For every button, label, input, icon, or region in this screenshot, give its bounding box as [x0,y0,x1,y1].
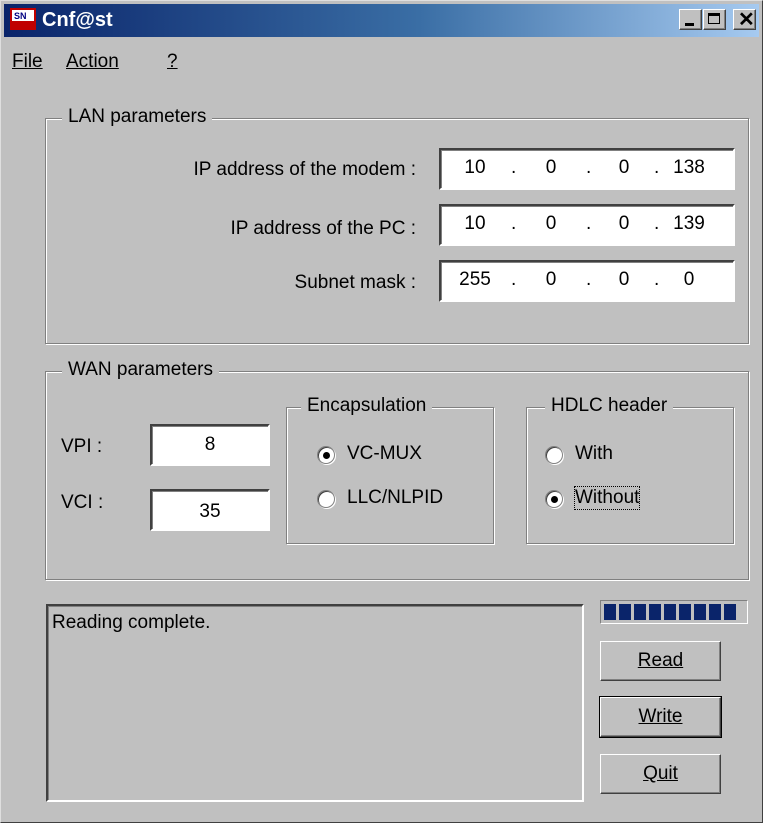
progress-block [649,604,661,620]
pc-ip-input[interactable]: 10 . 0 . 0 . 139 [439,204,735,246]
ip-octet: 10 [464,213,486,234]
quit-button-label: Quit [643,763,678,784]
ip-octet: 255 [459,269,491,290]
ip-separator: . [511,269,517,290]
lan-group-title: LAN parameters [62,106,213,128]
radio-hdlc-without[interactable] [545,490,563,508]
ip-octet: 139 [673,213,705,234]
maximize-button[interactable] [703,9,726,30]
vpi-input[interactable]: 8 [150,424,270,466]
ip-octet: 0 [545,269,557,290]
svg-text:SN: SN [14,11,27,21]
menu-bar: File Action ? [4,47,759,77]
hdlc-with-label[interactable]: With [575,443,613,465]
close-icon: ✕ [738,9,755,31]
radio-vc-mux[interactable] [317,446,335,464]
progress-block [709,604,721,620]
encapsulation-title: Encapsulation [301,395,433,417]
vpi-value: 8 [204,434,216,455]
ip-separator: . [586,213,592,234]
menu-action-label: Action [66,51,119,72]
read-button-label: Read [637,650,684,671]
subnet-mask-label: Subnet mask : [294,272,416,293]
progress-block [604,604,616,620]
write-button-label: Write [638,706,683,727]
status-text: Reading complete. [52,612,211,633]
menu-action[interactable]: Action [66,51,119,73]
vc-mux-label[interactable]: VC-MUX [347,443,422,465]
write-button[interactable]: Write [599,696,722,738]
minimize-button[interactable] [679,9,702,30]
modem-ip-input[interactable]: 10 . 0 . 0 . 138 [439,148,735,190]
ip-separator: . [654,213,660,234]
progress-block [679,604,691,620]
hdlc-header-title: HDLC header [545,395,674,417]
ip-octet: 0 [545,157,557,178]
progress-block [694,604,706,620]
vci-label: VCI : [61,492,104,513]
quit-button[interactable]: Quit [600,754,721,794]
lan-parameters-group: LAN parameters IP address of the modem :… [45,106,749,344]
progress-block [634,604,646,620]
menu-help-label: ? [167,51,178,72]
ip-separator: . [511,213,517,234]
app-icon: SN [10,8,36,30]
radio-selected-dot [323,452,330,459]
wan-parameters-group: WAN parameters VPI : 8 VCI : 35 Encapsul… [45,359,749,580]
ip-separator: . [586,157,592,178]
progress-block [724,604,736,620]
maximize-icon [708,13,720,24]
read-button[interactable]: Read [600,641,721,681]
vci-input[interactable]: 35 [150,489,270,531]
minimize-icon [685,23,694,26]
close-button[interactable]: ✕ [733,9,756,31]
ip-separator: . [654,269,660,290]
progress-block [664,604,676,620]
vci-value: 35 [199,501,221,522]
main-window: SN Cnf@st ✕ File Action ? LAN parameters… [0,0,763,823]
status-box: Reading complete. [46,604,584,802]
window-title: Cnf@st [42,9,113,31]
wan-group-title: WAN parameters [62,359,219,381]
ip-octet: 10 [464,157,486,178]
ip-separator: . [654,157,660,178]
radio-selected-dot [551,496,558,503]
ip-separator: . [511,157,517,178]
pc-ip-label: IP address of the PC : [230,218,416,239]
menu-file-label: File [12,51,43,72]
title-bar[interactable]: SN Cnf@st ✕ [4,4,759,37]
menu-file[interactable]: File [12,51,43,73]
subnet-mask-input[interactable]: 255 . 0 . 0 . 0 [439,260,735,302]
ip-octet: 0 [618,157,630,178]
modem-ip-label: IP address of the modem : [193,159,417,180]
menu-help[interactable]: ? [167,51,178,73]
radio-hdlc-with[interactable] [545,446,563,464]
ip-octet: 0 [545,213,557,234]
progress-bar [600,600,748,624]
encapsulation-group: Encapsulation VC-MUX LLC/NLPID [286,395,494,544]
ip-separator: . [586,269,592,290]
ip-octet: 0 [683,269,695,290]
radio-llc-nlpid[interactable] [317,490,335,508]
ip-octet: 0 [618,213,630,234]
ip-octet: 138 [673,157,705,178]
progress-block [619,604,631,620]
hdlc-without-label[interactable]: Without [573,486,641,510]
vpi-label: VPI : [61,436,103,457]
llc-nlpid-label[interactable]: LLC/NLPID [347,487,443,509]
hdlc-header-group: HDLC header With Without [526,395,734,544]
ip-octet: 0 [618,269,630,290]
